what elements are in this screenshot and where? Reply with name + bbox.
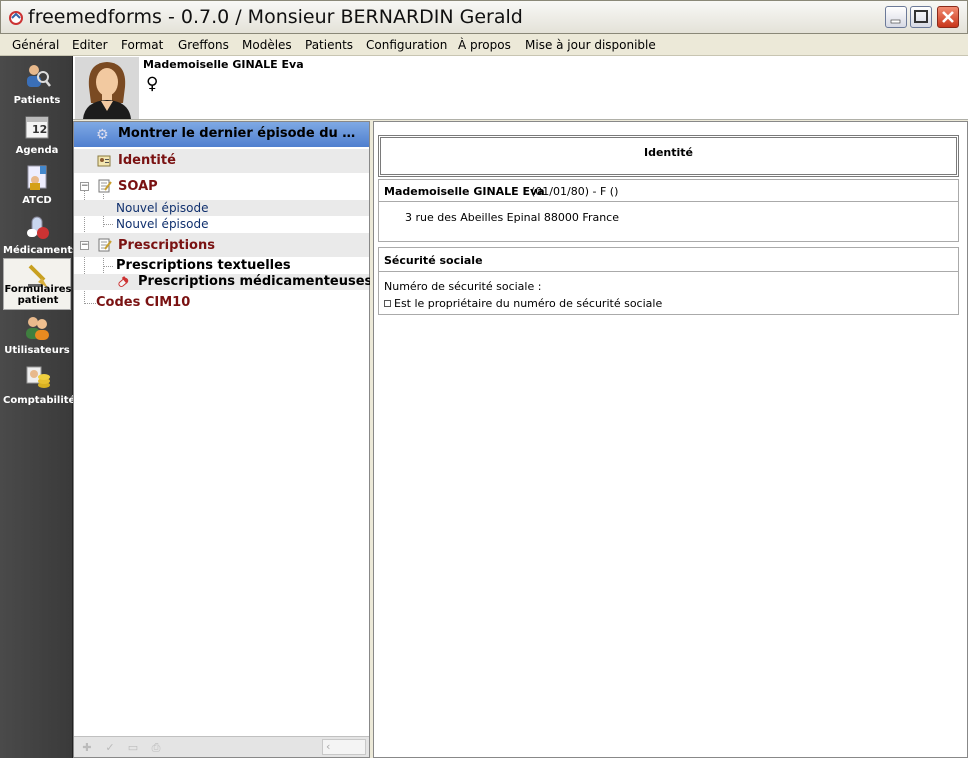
minimize-icon [890, 19, 901, 24]
tree-toolbar: ✚ ✓ ▭ ⎙ ‹ [74, 736, 369, 757]
tree-label-episode: Nouvel épisode [116, 217, 209, 231]
patients-icon [27, 65, 51, 87]
calendar-day: 12 [32, 123, 48, 136]
ss-owner-row[interactable]: Est le propriétaire du numéro de sécurit… [384, 297, 662, 310]
ss-owner-checkbox[interactable] [384, 300, 391, 307]
mode-bar: Patients 12 Agenda ATCD Médicaments Form… [0, 56, 79, 758]
tree-item-prescriptions-medicamenteuses[interactable]: Prescriptions médicamenteuses [74, 274, 373, 290]
title-bar: freemedforms - 0.7.0 / Monsieur BERNARDI… [0, 0, 968, 34]
identity-group: Mademoiselle GINALE Eva (01/01/80) - F (… [378, 179, 959, 242]
patient-bar: Mademoiselle GINALE Eva ♀ [73, 56, 968, 120]
mode-label: ATCD [22, 195, 52, 206]
form-content-panel: Identité Mademoiselle GINALE Eva (01/01/… [373, 121, 968, 758]
social-security-title: Sécurité sociale [384, 254, 483, 267]
social-security-group: Sécurité sociale Numéro de sécurité soci… [378, 247, 959, 315]
validate-icon[interactable]: ✓ [103, 741, 117, 754]
app-icon [9, 11, 23, 25]
tree-item-nouvel-episode[interactable]: Nouvel épisode [74, 216, 369, 232]
mode-agenda[interactable]: 12 Agenda [3, 110, 71, 160]
identity-header: Mademoiselle GINALE Eva (01/01/80) - F (… [379, 180, 958, 202]
mode-comptabilite[interactable]: Comptabilité [3, 360, 76, 410]
menu-greffons[interactable]: Greffons [178, 38, 229, 52]
mode-label: Comptabilité [3, 395, 76, 406]
forms-tree-panel: ⚙ Montrer le dernier épisode du pa... Id… [73, 121, 373, 758]
collapse-icon[interactable]: − [80, 182, 89, 191]
mode-label: Patients [13, 95, 61, 106]
tree-label-presc-text: Prescriptions textuelles [116, 258, 291, 273]
tree-item-prescriptions[interactable]: − Prescriptions [74, 233, 369, 257]
drugs-icon [27, 216, 49, 239]
id-card-icon [97, 155, 111, 167]
menu-bar: Général Editer Format Greffons Modèles P… [0, 34, 968, 56]
print-icon[interactable]: ⎙ [149, 741, 163, 754]
minimize-button[interactable] [885, 6, 907, 28]
mode-patients[interactable]: Patients [3, 58, 71, 108]
tree-label-prescriptions: Prescriptions [118, 238, 215, 253]
tree-item-identite[interactable]: Identité [74, 149, 369, 173]
pill-icon [118, 276, 129, 287]
horizontal-scrollbar[interactable]: ‹ [322, 739, 366, 755]
tree-item-prescriptions-textuelles[interactable]: Prescriptions textuelles [74, 258, 369, 274]
ss-owner-label: Est le propriétaire du numéro de sécurit… [394, 297, 663, 310]
tree-label-identite: Identité [118, 153, 176, 168]
mode-medicaments[interactable]: Médicaments [3, 210, 79, 260]
patient-address: 3 rue des Abeilles Epinal 88000 France [405, 211, 619, 224]
social-security-header: Sécurité sociale [379, 248, 958, 272]
menu-patients[interactable]: Patients [305, 38, 353, 52]
patient-avatar-icon [75, 57, 139, 119]
mode-label: Agenda [15, 145, 59, 156]
tree-label-presc-med: Prescriptions médicamenteuses [138, 274, 373, 289]
mode-label: patient [17, 295, 59, 306]
add-icon[interactable]: ✚ [80, 741, 94, 754]
atcd-icon [27, 165, 47, 190]
maximize-button[interactable] [910, 6, 932, 28]
menu-modeles[interactable]: Modèles [242, 38, 292, 52]
identity-patient-info: (01/01/80) - F () [531, 185, 619, 198]
menu-a-propos[interactable]: À propos [458, 38, 511, 52]
ss-number-label: Numéro de sécurité sociale : [384, 280, 542, 293]
maximize-icon [914, 10, 928, 23]
new-document-icon[interactable]: ▭ [126, 741, 140, 754]
scroll-left-icon[interactable]: ‹ [326, 740, 330, 753]
show-last-episode-label: Montrer le dernier épisode du pa... [118, 126, 363, 141]
window-title: freemedforms - 0.7.0 / Monsieur BERNARDI… [28, 6, 523, 28]
close-icon [942, 11, 954, 23]
tree-item-codes-cim10[interactable]: Codes CIM10 [74, 294, 369, 312]
menu-editer[interactable]: Editer [72, 38, 108, 52]
identity-patient-name: Mademoiselle GINALE Eva [384, 185, 545, 198]
collapse-icon[interactable]: − [80, 241, 89, 250]
patient-name: Mademoiselle GINALE Eva [143, 58, 304, 71]
form-title: Identité [643, 146, 693, 159]
menu-update-available[interactable]: Mise à jour disponible [525, 38, 656, 52]
tree-label-soap: SOAP [118, 179, 158, 194]
mode-label: Utilisateurs [4, 345, 70, 356]
notepad-icon [98, 179, 112, 193]
tree-label-episode: Nouvel épisode [116, 201, 209, 215]
close-button[interactable] [937, 6, 959, 28]
patient-photo [75, 57, 139, 119]
mode-formulaires-patient[interactable]: Formulaires patient [3, 258, 72, 310]
mode-label: Formulaires [4, 284, 72, 295]
notepad-icon [98, 238, 112, 252]
tree-label-cim10: Codes CIM10 [96, 295, 191, 310]
menu-general[interactable]: Général [12, 38, 59, 52]
gear-icon: ⚙ [96, 127, 109, 143]
users-icon [26, 317, 49, 340]
show-last-episode-button[interactable]: ⚙ Montrer le dernier épisode du pa... [74, 122, 369, 147]
mode-label: Médicaments [3, 245, 79, 256]
accounting-icon [26, 366, 50, 388]
form-title-box: Identité [378, 135, 959, 177]
menu-configuration[interactable]: Configuration [366, 38, 447, 52]
menu-format[interactable]: Format [121, 38, 163, 52]
tree-item-soap[interactable]: − SOAP [74, 175, 369, 197]
tree-item-nouvel-episode[interactable]: Nouvel épisode [74, 200, 369, 216]
mode-atcd[interactable]: ATCD [3, 160, 71, 210]
female-gender-icon: ♀ [146, 74, 159, 94]
mode-utilisateurs[interactable]: Utilisateurs [3, 310, 71, 360]
